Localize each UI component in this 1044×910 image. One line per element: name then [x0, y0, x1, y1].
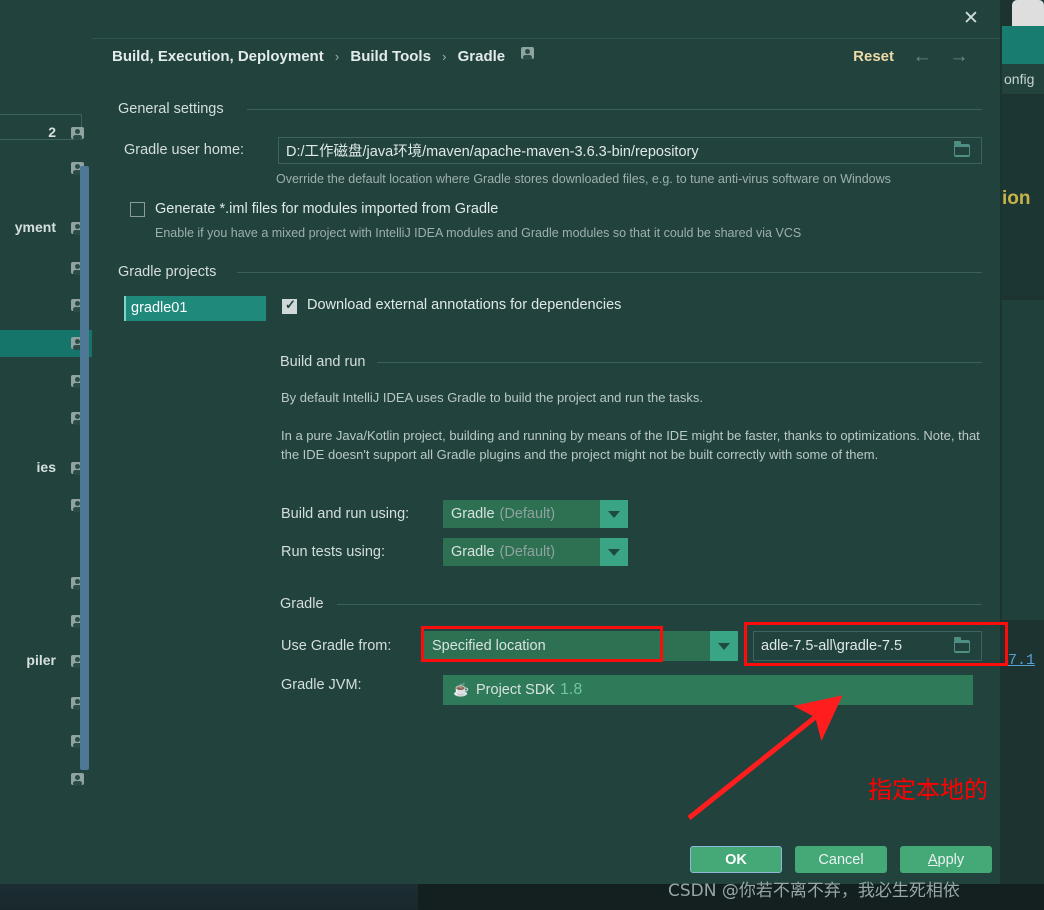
navigate-back-icon[interactable]: ←: [911, 47, 933, 68]
apply-mnemonic: A: [927, 851, 938, 868]
use-gradle-from-label: Use Gradle from:: [281, 638, 392, 654]
project-scope-icon: [521, 47, 535, 59]
settings-tree-scrollbar[interactable]: [80, 166, 89, 770]
annotation-chinese-note: 指定本地的: [868, 776, 988, 804]
settings-tree-item-label: yment: [14, 219, 56, 235]
run-tests-using-value: Gradle: [451, 544, 495, 560]
run-tests-using-label: Run tests using:: [281, 544, 385, 560]
build-and-run-using-select[interactable]: Gradle (Default): [443, 500, 628, 528]
settings-tree-item-15[interactable]: [0, 766, 92, 793]
settings-tree[interactable]: 2 yment ies piler: [0, 74, 92, 884]
annotation-arrow-icon: [687, 695, 843, 820]
download-annotations-label: Download external annotations for depend…: [307, 297, 622, 313]
settings-tree-item-7[interactable]: [0, 405, 92, 432]
chevron-down-icon[interactable]: [600, 500, 628, 528]
gradle-user-home-hint: Override the default location where Grad…: [276, 172, 891, 186]
build-and-run-using-label: Build and run using:: [281, 506, 410, 522]
generate-iml-checkbox[interactable]: [130, 202, 145, 217]
breadcrumb-item-build-tools[interactable]: Build Tools: [350, 48, 431, 65]
section-divider-build-run: [377, 362, 982, 363]
settings-tree-item-10[interactable]: [0, 570, 92, 597]
gradle-jvm-label: Gradle JVM:: [281, 677, 362, 693]
java-icon: ☕: [453, 682, 470, 697]
settings-dialog: ✕ Build, Execution, Deployment › Build T…: [92, 0, 1000, 884]
background-editor-area-2: [1002, 300, 1044, 620]
settings-tree-item-13[interactable]: [0, 690, 92, 717]
build-run-paragraph-2: In a pure Java/Kotlin project, building …: [281, 428, 980, 462]
section-title-general-settings: General settings: [118, 101, 224, 117]
section-divider-projects: [237, 272, 982, 273]
settings-tree-item-12[interactable]: piler: [0, 648, 92, 675]
build-and-run-using-value: Gradle: [451, 506, 495, 522]
settings-tree-item-9[interactable]: [0, 492, 92, 519]
ok-button[interactable]: OK: [690, 846, 782, 873]
breadcrumb-separator-1: ›: [334, 49, 340, 64]
screen: onfig ion 7.1 2 yment ies piler ✕ Build, Ex…: [0, 0, 1044, 910]
background-editor-tab[interactable]: [1012, 0, 1044, 26]
breadcrumb: Build, Execution, Deployment › Build Too…: [112, 47, 535, 65]
settings-tree-item-label: ies: [36, 459, 56, 475]
settings-content: General settings Gradle user home: D:/工作…: [92, 88, 1000, 838]
gradle-user-home-label: Gradle user home:: [124, 142, 245, 158]
run-tests-using-select[interactable]: Gradle (Default): [443, 538, 628, 566]
settings-tree-item-label: piler: [26, 652, 56, 668]
settings-tree-item-14[interactable]: [0, 728, 92, 755]
settings-tree-item-11[interactable]: [0, 608, 92, 635]
section-divider-general: [247, 109, 982, 110]
generate-iml-hint: Enable if you have a mixed project with …: [155, 226, 802, 240]
section-title-gradle-projects: Gradle projects: [118, 264, 217, 280]
background-teal-band: [1002, 26, 1044, 64]
chevron-down-icon[interactable]: [600, 538, 628, 566]
breadcrumb-item-gradle[interactable]: Gradle: [458, 48, 506, 65]
breadcrumb-separator-2: ›: [442, 49, 447, 64]
folder-icon[interactable]: [954, 141, 970, 157]
settings-tree-item-8[interactable]: ies: [0, 455, 92, 482]
folder-icon[interactable]: [954, 637, 970, 653]
apply-button[interactable]: Apply: [900, 846, 992, 873]
section-divider-gradle: [337, 604, 982, 605]
settings-tree-item-3[interactable]: [0, 255, 92, 282]
use-gradle-from-select[interactable]: Specified location: [424, 631, 738, 661]
close-icon[interactable]: ✕: [955, 3, 987, 35]
dialog-titlebar: [92, 0, 1000, 39]
build-run-paragraph-1: By default IntelliJ IDEA uses Gradle to …: [281, 390, 704, 405]
build-and-run-using-suffix: (Default): [499, 506, 556, 522]
navigate-forward-icon[interactable]: →: [948, 47, 970, 68]
gradle-jvm-version: 1.8: [559, 681, 583, 698]
project-scope-icon: [71, 127, 84, 139]
generate-iml-label: Generate *.iml files for modules importe…: [155, 201, 499, 217]
settings-tree-item-4[interactable]: [0, 292, 92, 319]
watermark-text: CSDN @你若不离不弃，我必生死相依: [668, 881, 960, 901]
project-scope-icon: [71, 773, 84, 785]
background-version-link[interactable]: 7.1: [1008, 652, 1044, 669]
chevron-down-icon[interactable]: [710, 631, 738, 661]
cancel-button[interactable]: Cancel: [795, 846, 887, 873]
use-gradle-from-value: Specified location: [432, 638, 546, 654]
run-tests-using-suffix: (Default): [499, 544, 556, 560]
settings-tree-item-1[interactable]: [0, 155, 92, 182]
settings-tree-item-label: 2: [48, 124, 56, 140]
gradle-user-home-input[interactable]: D:/工作磁盘/java环境/maven/apache-maven-3.6.3-…: [278, 137, 982, 164]
settings-tree-item-6[interactable]: [0, 368, 92, 395]
section-title-gradle: Gradle: [280, 596, 324, 612]
background-code-token: ion: [1002, 188, 1031, 209]
background-config-text: onfig: [1002, 64, 1044, 94]
section-title-build-and-run: Build and run: [280, 354, 366, 370]
reset-button[interactable]: Reset: [853, 48, 894, 65]
settings-tree-item-5[interactable]: [0, 330, 92, 357]
gradle-home-path-input[interactable]: adle-7.5-all\gradle-7.5: [753, 631, 982, 661]
list-item[interactable]: gradle01: [124, 296, 266, 321]
settings-tree-item-2[interactable]: yment: [0, 215, 92, 242]
apply-label-rest: pply: [937, 851, 965, 868]
settings-tree-item-0[interactable]: 2: [0, 120, 92, 147]
download-annotations-checkbox[interactable]: [282, 297, 297, 314]
breadcrumb-item-build-execution-deployment[interactable]: Build, Execution, Deployment: [112, 48, 324, 65]
